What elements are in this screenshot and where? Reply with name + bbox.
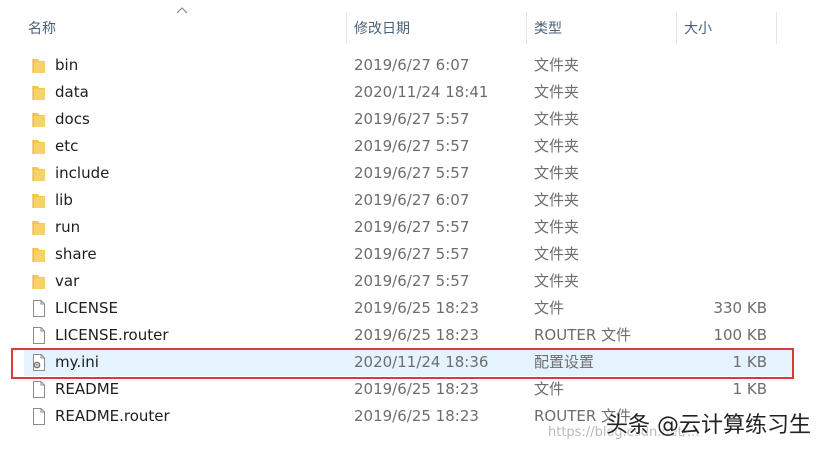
file-name: var <box>55 272 80 290</box>
file-icon <box>31 326 47 345</box>
file-modified-date: 2020/11/24 18:36 <box>354 353 489 371</box>
file-row[interactable]: share 2019/6/27 5:57 文件夹 <box>24 241 794 268</box>
sort-ascending-icon <box>176 7 188 14</box>
file-modified-date: 2019/6/27 5:57 <box>354 110 470 128</box>
folder-icon <box>31 110 47 129</box>
file-name: run <box>55 218 81 236</box>
folder-icon <box>31 83 47 102</box>
file-modified-date: 2020/11/24 18:41 <box>354 83 489 101</box>
file-row[interactable]: my.ini 2020/11/24 18:36 配置设置 1 KB <box>24 349 794 376</box>
file-type: 文件夹 <box>534 191 580 209</box>
file-icon <box>31 380 47 399</box>
folder-icon <box>31 218 47 237</box>
file-row[interactable]: docs 2019/6/27 5:57 文件夹 <box>24 106 794 133</box>
folder-icon <box>31 56 47 75</box>
folder-icon <box>31 245 47 264</box>
file-row[interactable]: README 2019/6/25 18:23 文件 1 KB <box>24 376 794 403</box>
file-modified-date: 2019/6/27 5:57 <box>354 218 470 236</box>
file-modified-date: 2019/6/25 18:23 <box>354 299 479 317</box>
file-type: 文件夹 <box>534 83 580 101</box>
file-name: lib <box>55 191 73 209</box>
column-header-type[interactable]: 类型 <box>526 0 676 44</box>
file-name: README <box>55 380 120 398</box>
file-name: data <box>55 83 89 101</box>
file-row[interactable]: etc 2019/6/27 5:57 文件夹 <box>24 133 794 160</box>
file-type: 文件夹 <box>534 56 580 74</box>
file-type: 文件夹 <box>534 245 580 263</box>
file-type: 文件夹 <box>534 164 580 182</box>
file-row[interactable]: bin 2019/6/27 6:07 文件夹 <box>24 52 794 79</box>
file-name: bin <box>55 56 79 74</box>
file-row[interactable]: LICENSE 2019/6/25 18:23 文件 330 KB <box>24 295 794 322</box>
file-type: 文件夹 <box>534 137 580 155</box>
folder-icon <box>31 164 47 183</box>
file-row[interactable]: run 2019/6/27 5:57 文件夹 <box>24 214 794 241</box>
file-name: include <box>55 164 110 182</box>
file-row[interactable]: var 2019/6/27 5:57 文件夹 <box>24 268 794 295</box>
file-row[interactable]: LICENSE.router 2019/6/25 18:23 ROUTER 文件 10… <box>24 322 794 349</box>
file-modified-date: 2019/6/27 6:07 <box>354 56 470 74</box>
file-size: 1 KB <box>732 353 767 371</box>
file-type: 文件夹 <box>534 218 580 236</box>
file-type: 配置设置 <box>534 353 595 371</box>
settings-file-icon <box>31 353 47 372</box>
watermark: 头条 @云计算练习生 <box>606 413 811 438</box>
file-type: 文件夹 <box>534 272 580 290</box>
file-modified-date: 2019/6/27 5:57 <box>354 245 470 263</box>
file-row[interactable]: lib 2019/6/27 6:07 文件夹 <box>24 187 794 214</box>
column-header-date[interactable]: 修改日期 <box>346 0 526 44</box>
file-name: share <box>55 245 97 263</box>
folder-icon <box>31 272 47 291</box>
file-row[interactable]: data 2020/11/24 18:41 文件夹 <box>24 79 794 106</box>
file-type: 文件 <box>534 380 565 398</box>
column-divider[interactable] <box>776 12 777 44</box>
file-type: 文件 <box>534 299 565 317</box>
file-name: docs <box>55 110 90 128</box>
file-modified-date: 2019/6/25 18:23 <box>354 326 479 344</box>
folder-icon <box>31 137 47 156</box>
file-name: etc <box>55 137 79 155</box>
file-size: 100 KB <box>713 326 767 344</box>
column-header-size[interactable]: 大小 <box>676 0 776 44</box>
file-name: my.ini <box>55 353 99 371</box>
file-icon <box>31 299 47 318</box>
file-icon <box>31 407 47 426</box>
file-name: LICENSE.router <box>55 326 169 344</box>
folder-icon <box>31 191 47 210</box>
file-size: 1 KB <box>732 380 767 398</box>
file-modified-date: 2019/6/27 5:57 <box>354 137 470 155</box>
file-size: 330 KB <box>713 299 767 317</box>
file-modified-date: 2019/6/27 6:07 <box>354 191 470 209</box>
file-modified-date: 2019/6/27 5:57 <box>354 164 470 182</box>
file-type: 文件夹 <box>534 110 580 128</box>
file-row[interactable]: include 2019/6/27 5:57 文件夹 <box>24 160 794 187</box>
file-name: LICENSE <box>55 299 118 317</box>
file-type: ROUTER 文件 <box>534 326 632 344</box>
file-modified-date: 2019/6/27 5:57 <box>354 272 470 290</box>
column-header-bar: 名称 修改日期 类型 大小 <box>0 0 823 44</box>
file-modified-date: 2019/6/25 18:23 <box>354 407 479 425</box>
file-name: README.router <box>55 407 170 425</box>
file-modified-date: 2019/6/25 18:23 <box>354 380 479 398</box>
